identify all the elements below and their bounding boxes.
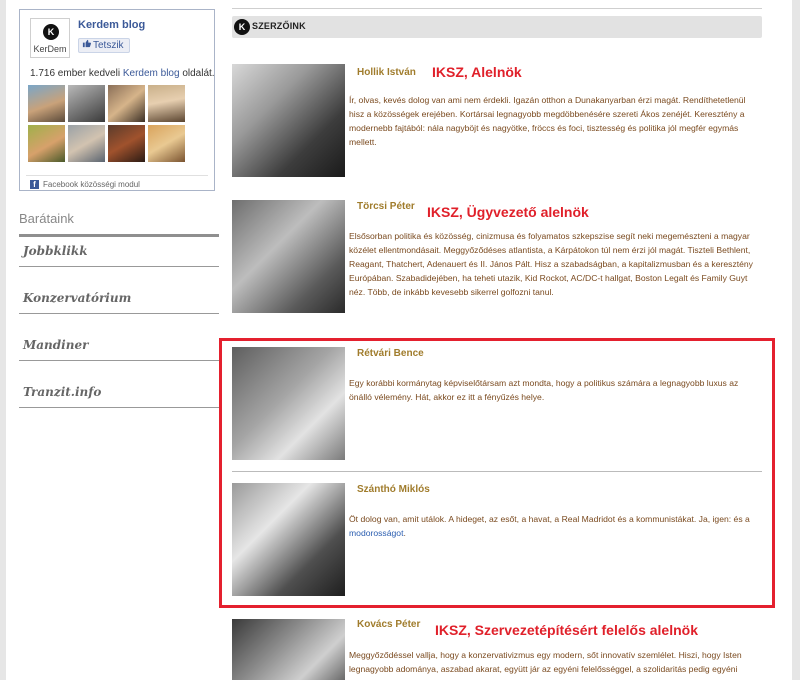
fan-avatar[interactable] (68, 125, 105, 162)
fan-avatar[interactable] (28, 125, 65, 162)
author-photo[interactable] (232, 619, 345, 680)
main-top-rule (232, 8, 762, 9)
author-separator (232, 471, 762, 472)
friend-link-tranzit[interactable]: Tranzit.info (19, 378, 219, 408)
author-entry: Rétvári Bence Egy korábbi kormánytag kép… (232, 347, 762, 462)
author-bio-text: Öt dolog van, amit utálok. A hideget, az… (349, 514, 750, 524)
author-name[interactable]: Szánthó Miklós (357, 484, 430, 495)
like-count-prefix: 1.716 ember kedveli (30, 68, 121, 79)
author-entry: Törcsi Péter IKSZ, Ügyvezető alelnök Els… (232, 200, 762, 315)
fan-avatar[interactable] (68, 85, 105, 122)
friend-link-label: Mandiner (23, 338, 89, 352)
left-page-border (0, 0, 6, 680)
friend-link-label: Tranzit.info (23, 385, 102, 399)
like-count-page-link[interactable]: Kerdem blog (123, 68, 180, 79)
friend-link-label: Konzervatórium (23, 291, 132, 305)
logo-k-icon: K (43, 24, 59, 40)
friends-heading: Barátaink (19, 211, 74, 226)
friend-link-konzervatorium[interactable]: Konzervatórium (19, 284, 219, 314)
author-name[interactable]: Rétvári Bence (357, 348, 424, 359)
k-badge-icon: K (234, 19, 250, 35)
facebook-box-divider (26, 175, 208, 176)
author-name[interactable]: Törcsi Péter (357, 201, 415, 212)
friend-link-mandiner[interactable]: Mandiner (19, 331, 219, 361)
author-entry: Hollik István IKSZ, Alelnök Ír, olvas, k… (232, 64, 762, 179)
like-count-suffix: oldalát. (182, 68, 215, 79)
friend-link-label: Jobbklikk (23, 244, 88, 258)
author-bio: Öt dolog van, amit utálok. A hideget, az… (349, 512, 759, 540)
author-entry: Szánthó Miklós Öt dolog van, amit utálok… (232, 483, 762, 598)
like-label: Tetszik (93, 40, 124, 51)
facebook-page-name[interactable]: Kerdem blog (78, 19, 145, 31)
author-role: IKSZ, Szervezetépítésért felelős alelnök (435, 622, 698, 638)
bio-link[interactable]: modorosságot (349, 528, 403, 538)
like-button[interactable]: Tetszik (78, 38, 130, 53)
facebook-like-box: K KerDem Kerdem blog Tetszik 1.716 ember… (19, 9, 215, 191)
author-name[interactable]: Kovács Péter (357, 619, 420, 630)
author-photo[interactable] (232, 347, 345, 460)
fan-avatars (28, 85, 208, 162)
author-bio: Ír, olvas, kevés dolog van ami nem érdek… (349, 95, 746, 147)
logo-text: KerDem (33, 44, 67, 54)
author-role: IKSZ, Ügyvezető alelnök (427, 204, 589, 220)
like-count-text: 1.716 ember kedveli Kerdem blog oldalát. (30, 68, 215, 79)
fan-avatar[interactable] (148, 85, 185, 122)
author-bio-end: . (403, 528, 406, 538)
facebook-icon: f (30, 180, 39, 189)
authors-section-header: K SZERZŐINK (232, 16, 762, 38)
thumbs-up-icon (82, 39, 91, 52)
author-name[interactable]: Hollik István (357, 67, 416, 78)
author-photo[interactable] (232, 200, 345, 313)
right-page-border (792, 0, 800, 680)
friend-link-jobbklikk[interactable]: Jobbklikk (19, 237, 219, 267)
fan-avatar[interactable] (108, 125, 145, 162)
author-bio: Egy korábbi kormánytag képviselőtársam a… (349, 378, 739, 402)
section-title: SZERZŐINK (252, 21, 306, 31)
fan-avatar[interactable] (28, 85, 65, 122)
author-entry: Kovács Péter IKSZ, Szervezetépítésért fe… (232, 619, 762, 680)
fan-avatar[interactable] (108, 85, 145, 122)
author-role: IKSZ, Alelnök (432, 64, 522, 80)
blog-logo[interactable]: K KerDem (30, 18, 70, 58)
facebook-footer: f Facebook közösségi modul (30, 180, 140, 189)
author-photo[interactable] (232, 64, 345, 177)
author-bio: Elsősorban politika és közösség, cinizmu… (349, 231, 753, 297)
author-photo[interactable] (232, 483, 345, 596)
facebook-footer-label[interactable]: Facebook közösségi modul (43, 180, 140, 189)
author-bio: Meggyőződéssel vallja, hogy a konzervati… (349, 650, 742, 680)
fan-avatar[interactable] (148, 125, 185, 162)
